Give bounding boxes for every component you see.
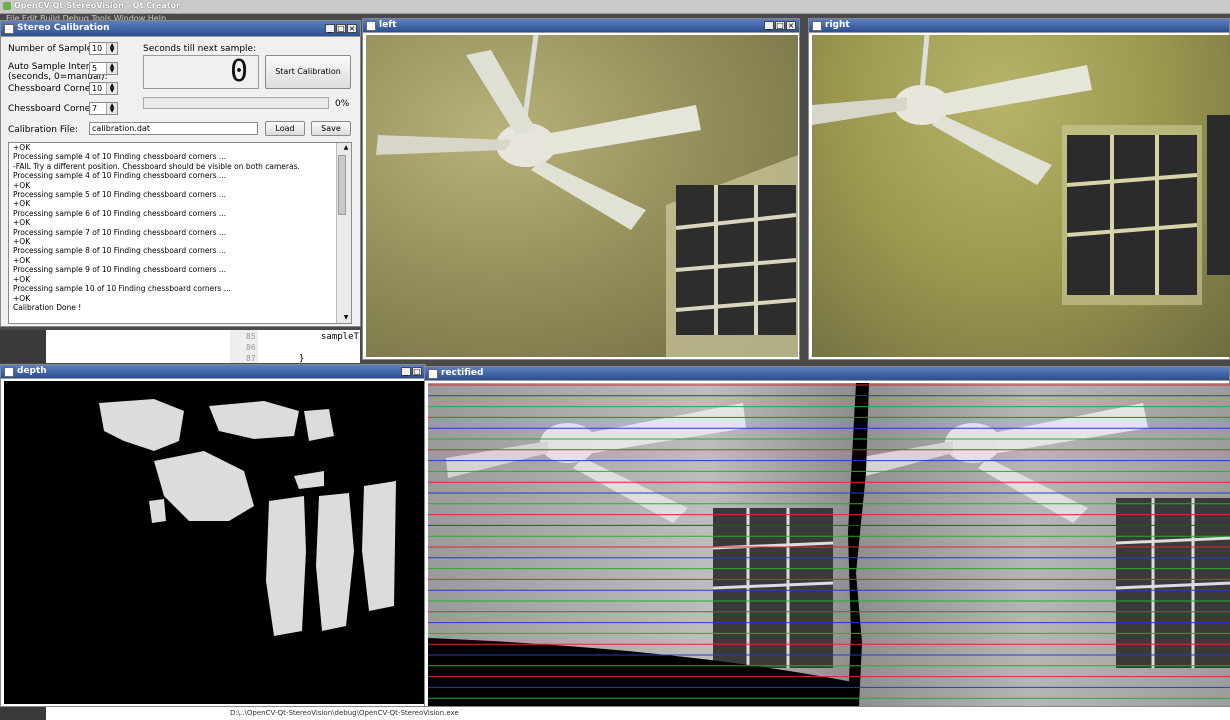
calibration-title: Stereo Calibration [17,23,110,33]
log-line: Processing sample 5 of 10 Finding chessb… [13,190,227,200]
scroll-thumb[interactable] [338,155,346,215]
log-line: +OK [13,218,31,228]
editor-area: 85 86 87 sampleT } [0,330,360,364]
minimize-icon[interactable]: _ [401,367,411,376]
rectified-window: rectified [424,366,1230,707]
line-number: 85 [246,332,256,341]
seconds-lcd: 0 [143,55,259,89]
spin-arrows-icon[interactable]: ▲ ▼ [106,103,117,114]
status-sidebar [0,707,46,720]
left-camera-image [366,35,798,357]
log-line: Processing sample 6 of 10 Finding chessb… [13,208,227,218]
maximize-icon[interactable]: □ [775,21,785,30]
log-line: +OK [13,143,31,152]
start-calibration-button[interactable]: Start Calibration [265,55,351,89]
calibration-window: Stereo Calibration _ □ × Number of Sampl… [0,20,361,327]
scroll-down-icon[interactable]: ▼ [337,313,351,323]
close-icon[interactable]: × [786,21,796,30]
rectified-titlebar[interactable]: rectified [425,367,1229,381]
spin-arrows-icon[interactable]: ▲ ▼ [106,63,117,74]
status-bar: D:\..\OpenCV-Qt-StereoVision\debug\OpenC… [0,707,1230,720]
log-output[interactable]: ▲ ▼ +OK Processing sample 4 of 10 Finding… [8,142,352,324]
maximize-icon[interactable]: □ [412,367,422,376]
window-icon [4,24,14,34]
log-line: +OK [13,274,31,284]
corners-y-spinbox[interactable]: 7 ▲ ▼ [89,102,118,115]
seconds-label: Seconds till next sample: [143,44,257,54]
corners-x-spinbox[interactable]: 10 ▲ ▼ [89,82,118,95]
spin-arrows-icon[interactable]: ▲ ▼ [106,83,117,94]
right-titlebar[interactable]: right [809,19,1229,33]
calibration-file-value: calibration.dat [92,124,150,133]
line-number: 87 [246,354,256,363]
calibration-titlebar[interactable]: Stereo Calibration _ □ × [1,21,360,37]
calibration-file-input[interactable]: calibration.dat [89,122,258,135]
log-line: -FAIL Try a different position. Chessboa… [13,161,300,171]
window-icon [366,21,376,31]
log-line: +OK [13,199,31,209]
right-camera-image [812,35,1230,357]
log-line: Processing sample 4 of 10 Finding chessb… [13,171,227,181]
app-title: OpenCV-Qt-StereoVision - Qt Creator [14,1,180,10]
depth-title: depth [17,366,47,376]
num-samples-value: 10 [92,44,103,53]
depth-blobs [99,399,396,636]
corners-y-value: 7 [92,104,98,113]
rectified-image [428,383,1230,706]
log-line: +OK [13,293,31,303]
ceiling-fan-scene [812,35,1230,305]
log-line: +OK [13,255,31,265]
left-title: left [379,20,397,30]
rectified-title: rectified [441,368,484,378]
window-icon [812,21,822,31]
left-titlebar[interactable]: left _ □ × [363,19,799,33]
rectified-pair [428,383,1230,706]
spin-arrows-icon[interactable]: ▲ ▼ [106,43,117,54]
log-line: Calibration Done ! [13,302,82,312]
log-line: Processing sample 9 of 10 Finding chessb… [13,265,227,275]
seconds-lcd-value: 0 [229,54,248,89]
progress-bar [143,97,329,109]
corners-x-value: 10 [92,84,103,93]
status-text: D:\..\OpenCV-Qt-StereoVision\debug\OpenC… [230,709,459,717]
maximize-icon[interactable]: □ [336,24,346,33]
ceiling-fan-scene [376,35,798,357]
minimize-icon[interactable]: _ [764,21,774,30]
log-line: Processing sample 4 of 10 Finding chessb… [13,152,227,162]
app-icon [3,2,11,10]
log-line: Processing sample 10 of 10 Finding chess… [13,284,231,294]
window-icon [4,367,14,377]
code-text: sampleT [321,332,359,342]
log-line: +OK [13,180,31,190]
minimize-icon[interactable]: _ [325,24,335,33]
editor-sidebar [0,330,46,363]
save-button[interactable]: Save [311,121,351,136]
scroll-up-icon[interactable]: ▲ [337,143,351,153]
num-samples-spinbox[interactable]: 10 ▲ ▼ [89,42,118,55]
progress-percent: 0% [335,99,350,109]
log-scrollbar[interactable]: ▲ ▼ [336,143,351,323]
depth-window: depth _ □ [0,364,426,707]
close-icon[interactable]: × [347,24,357,33]
depth-map-image [4,381,424,704]
num-samples-label: Number of Samples: [8,44,101,54]
app-titlebar: OpenCV-Qt-StereoVision - Qt Creator [0,0,1230,14]
right-title: right [825,20,850,30]
line-number: 86 [246,343,256,352]
log-line: Processing sample 8 of 10 Finding chessb… [13,246,227,256]
log-line: Processing sample 7 of 10 Finding chessb… [13,227,227,237]
left-camera-window: left _ □ × [362,18,800,360]
interval-spinbox[interactable]: 5 ▲ ▼ [89,62,118,75]
load-button[interactable]: Load [265,121,305,136]
interval-value: 5 [92,64,98,73]
code-text: } [299,354,305,364]
window-icon [428,369,438,379]
depth-titlebar[interactable]: depth _ □ [1,365,425,379]
log-line: +OK [13,237,31,247]
calibration-file-label: Calibration File: [8,125,78,135]
right-camera-window: right [808,18,1230,360]
